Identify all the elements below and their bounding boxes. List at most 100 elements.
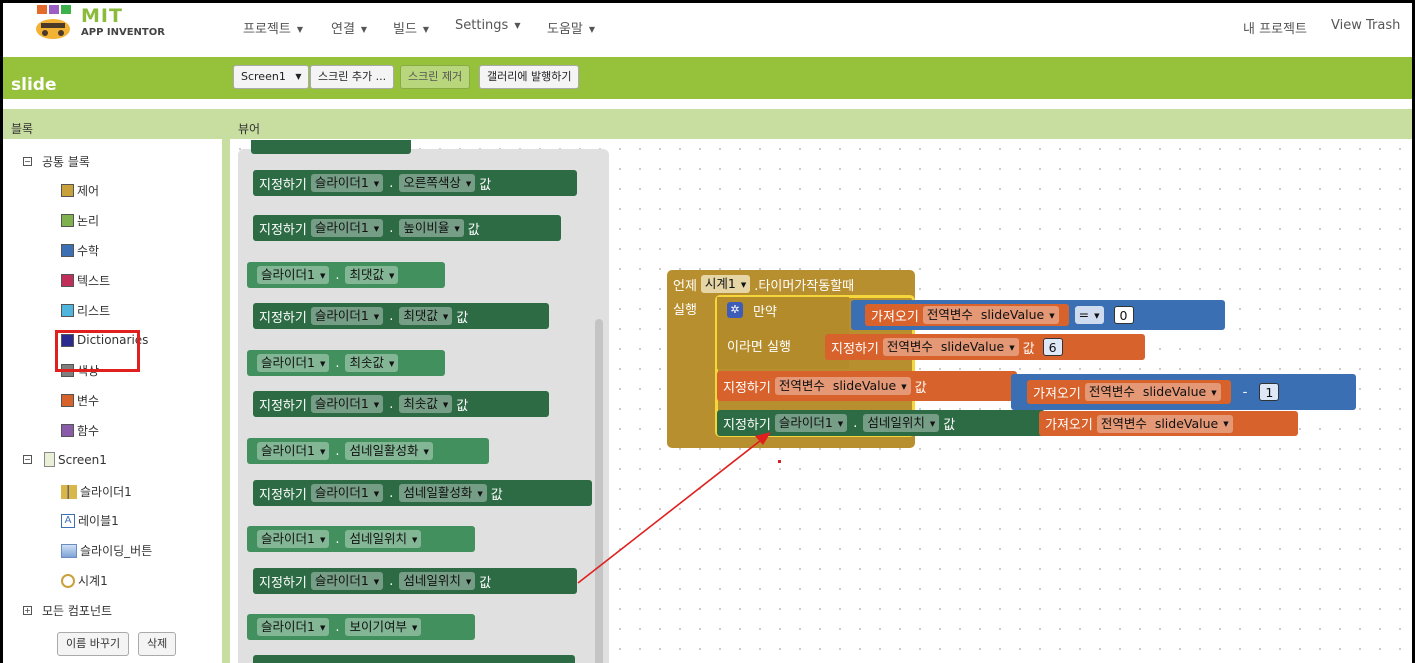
nav-projects-menu[interactable]: 프로젝트 ▼ <box>243 18 303 37</box>
property-dropdown[interactable]: 섬네일활성화 ▼ <box>399 484 487 502</box>
property-dropdown[interactable]: 섬네일활성화 ▼ <box>345 442 433 460</box>
variable-dropdown[interactable]: 전역변수 slideValue ▼ <box>774 377 911 395</box>
nav-settings-label: Settings <box>455 18 509 33</box>
variable-dropdown[interactable]: 전역변수 slideValue ▼ <box>922 306 1059 324</box>
block-keyword: 값 <box>914 380 927 396</box>
dot-separator: . <box>335 355 340 371</box>
block-keyword: 지정하기 <box>723 380 771 396</box>
tree-item-variables[interactable]: 변수 <box>61 392 99 409</box>
panel-splitter[interactable] <box>222 109 230 663</box>
number-six[interactable]: 6 <box>1042 338 1063 356</box>
chevron-down-icon: ▼ <box>465 577 472 586</box>
tree-item-procedures[interactable]: 함수 <box>61 422 99 439</box>
get-global-slidevalue-block[interactable]: 가져오기 전역변수 slideValue ▼ <box>865 304 1069 326</box>
chevron-down-icon: ▼ <box>412 623 418 632</box>
number-zero[interactable]: 0 <box>1113 306 1134 324</box>
component-dropdown[interactable]: 슬라이더1 ▼ <box>310 219 384 237</box>
clock-component-dropdown[interactable]: 시계1 ▼ <box>700 275 751 293</box>
tree-item-math[interactable]: 수학 <box>61 242 99 259</box>
nav-my-projects-link[interactable]: 내 프로젝트 <box>1243 18 1307 37</box>
chevron-down-icon: ▼ <box>373 312 380 321</box>
tree-builtin-node[interactable]: − 공통 블록 <box>23 153 90 170</box>
tree-component-slider1[interactable]: 슬라이더1 <box>61 483 132 500</box>
property-dropdown[interactable]: 최댓값 ▼ <box>345 266 399 284</box>
variable-dropdown[interactable]: 전역변수 slideValue ▼ <box>882 338 1019 356</box>
set-slider-thumb-position-block[interactable]: 지정하기 슬라이더1 ▼ . 섬네일위치 ▼ 값 <box>717 410 1045 436</box>
collapse-icon[interactable]: − <box>23 157 32 166</box>
property-dropdown[interactable]: 섬네일위치 ▼ <box>345 530 422 548</box>
flyout-block-partial-bottom[interactable] <box>253 655 575 663</box>
compare-block[interactable]: 가져오기 전역변수 slideValue ▼ = ▼ 0 <box>851 300 1225 330</box>
property-dropdown[interactable]: 최솟값 ▼ <box>345 354 399 372</box>
mit-app-inventor-logo[interactable]: MIT APP INVENTOR <box>27 3 167 49</box>
component-dropdown[interactable]: 슬라이더1 ▼ <box>310 572 384 590</box>
flyout-get-thumb-enabled-block[interactable]: 슬라이더1 ▼ . 섬네일활성화 ▼ <box>247 438 489 464</box>
expand-icon[interactable]: + <box>23 606 32 615</box>
property-dropdown[interactable]: 보이기여부 ▼ <box>345 618 422 636</box>
operator-dropdown[interactable]: = ▼ <box>1074 306 1104 324</box>
tree-item-lists[interactable]: 리스트 <box>61 302 110 319</box>
nav-build-menu[interactable]: 빌드 ▼ <box>393 18 429 37</box>
component-dropdown[interactable]: 슬라이더1 ▼ <box>310 307 384 325</box>
component-dropdown[interactable]: 슬라이더1 ▼ <box>257 442 330 460</box>
flyout-scrollbar[interactable] <box>595 319 603 663</box>
nav-connect-menu[interactable]: 연결 ▼ <box>331 18 367 37</box>
component-dropdown[interactable]: 슬라이더1 ▼ <box>257 618 330 636</box>
number-one[interactable]: 1 <box>1259 383 1280 401</box>
dropdown-label: 섬네일활성화 <box>403 485 473 500</box>
component-dropdown[interactable]: 슬라이더1 ▼ <box>774 414 848 432</box>
property-dropdown[interactable]: 섬네일위치 ▼ <box>863 414 940 432</box>
flyout-get-min-block[interactable]: 슬라이더1 ▼ . 최솟값 ▼ <box>247 350 445 376</box>
rename-button[interactable]: 이름 바꾸기 <box>57 632 130 656</box>
nav-settings-menu[interactable]: Settings ▼ <box>455 18 520 33</box>
gear-icon[interactable]: ✲ <box>727 302 743 318</box>
property-dropdown[interactable]: 최댓값 ▼ <box>399 307 453 325</box>
nav-view-trash-link[interactable]: View Trash <box>1331 18 1400 33</box>
variable-dropdown[interactable]: 전역변수 slideValue ▼ <box>1096 414 1233 433</box>
tree-item-text[interactable]: 텍스트 <box>61 272 110 289</box>
flyout-get-max-block[interactable]: 슬라이더1 ▼ . 최댓값 ▼ <box>247 262 445 288</box>
flyout-get-thumb-position-block[interactable]: 슬라이더1 ▼ . 섬네일위치 ▼ <box>247 526 475 552</box>
dropdown-label: 최솟값 <box>349 355 384 370</box>
flyout-block-partial[interactable] <box>251 140 411 154</box>
set-global-slidevalue-decrement-block[interactable]: 지정하기 전역변수 slideValue ▼ 값 <box>717 371 1017 401</box>
property-dropdown[interactable]: 섬네일위치 ▼ <box>399 572 476 590</box>
flyout-set-thumb-position-block[interactable]: 지정하기 슬라이더1 ▼ . 섬네일위치 ▼ 값 <box>253 568 577 594</box>
tree-component-sliding-button[interactable]: 슬라이딩_버튼 <box>61 542 152 559</box>
get-global-slidevalue-block[interactable]: 가져오기 전역변수 slideValue ▼ <box>1027 380 1231 404</box>
tree-component-label1[interactable]: A 레이블1 <box>61 512 119 529</box>
component-dropdown[interactable]: 슬라이더1 ▼ <box>310 484 384 502</box>
flyout-get-visible-block[interactable]: 슬라이더1 ▼ . 보이기여부 ▼ <box>247 614 475 640</box>
nav-help-menu[interactable]: 도움말 ▼ <box>547 18 595 37</box>
chevron-down-icon: ▼ <box>373 179 380 188</box>
delete-button[interactable]: 삭제 <box>138 632 177 656</box>
flyout-set-height-percent-block[interactable]: 지정하기 슬라이더1 ▼ . 높이비율 ▼ 값 <box>253 215 561 241</box>
block-keyword: 값 <box>456 310 469 326</box>
remove-screen-button[interactable]: 스크린 제거 <box>400 65 471 89</box>
collapse-icon[interactable]: − <box>23 455 32 464</box>
subtract-block[interactable]: 가져오기 전역변수 slideValue ▼ - 1 <box>1011 374 1356 410</box>
tree-item-logic[interactable]: 논리 <box>61 212 99 229</box>
variable-dropdown[interactable]: 전역변수 slideValue ▼ <box>1084 383 1221 401</box>
tree-item-control[interactable]: 제어 <box>61 182 99 199</box>
component-dropdown[interactable]: 슬라이더1 ▼ <box>310 174 384 192</box>
component-dropdown[interactable]: 슬라이더1 ▼ <box>257 530 330 548</box>
tree-component-clock1[interactable]: 시계1 <box>61 572 108 589</box>
tree-screen1-node[interactable]: − Screen1 <box>23 452 107 467</box>
flyout-set-right-color-block[interactable]: 지정하기 슬라이더1 ▼ . 오른쪽색상 ▼ 값 <box>253 170 577 196</box>
component-dropdown[interactable]: 슬라이더1 ▼ <box>257 354 330 372</box>
flyout-set-max-block[interactable]: 지정하기 슬라이더1 ▼ . 최댓값 ▼ 값 <box>253 303 549 329</box>
flyout-set-min-block[interactable]: 지정하기 슬라이더1 ▼ . 최솟값 ▼ 값 <box>253 391 549 417</box>
screen-select-dropdown[interactable]: Screen1 ▼ <box>233 65 310 89</box>
component-dropdown[interactable]: 슬라이더1 ▼ <box>257 266 330 284</box>
publish-gallery-button[interactable]: 갤러리에 발행하기 <box>479 65 580 89</box>
add-screen-button[interactable]: 스크린 추가 ... <box>310 65 395 89</box>
property-dropdown[interactable]: 높이비율 ▼ <box>399 219 464 237</box>
get-global-slidevalue-block[interactable]: 가져오기 전역변수 slideValue ▼ <box>1039 411 1298 436</box>
set-global-slidevalue-6-block[interactable]: 지정하기 전역변수 slideValue ▼ 값 6 <box>825 334 1145 360</box>
property-dropdown[interactable]: 최솟값 ▼ <box>399 395 453 413</box>
component-dropdown[interactable]: 슬라이더1 ▼ <box>310 395 384 413</box>
tree-any-component-node[interactable]: + 모든 컴포넌트 <box>23 602 112 619</box>
flyout-set-thumb-enabled-block[interactable]: 지정하기 슬라이더1 ▼ . 섬네일활성화 ▼ 값 <box>253 480 592 506</box>
property-dropdown[interactable]: 오른쪽색상 ▼ <box>399 174 476 192</box>
